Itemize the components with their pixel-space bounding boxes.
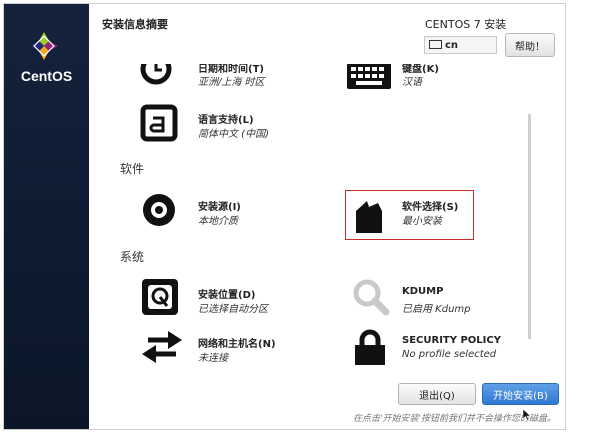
scrollbar[interactable] — [528, 114, 531, 339]
footer-bar: 退出(Q) 开始安装(B) 在点击'开始安装'按钮前我们并不会操作您的磁盘。 — [89, 374, 565, 429]
main-panel: 安装信息摘要 CENTOS 7 安装 cn 帮助！ 日期和时间(T) 亚洲/上海… — [89, 4, 565, 429]
package-icon[interactable] — [353, 198, 385, 236]
source-spoke-name[interactable]: 安装源(I) — [198, 198, 241, 213]
security-spoke-name[interactable]: SECURITY POLICY — [402, 335, 501, 346]
software-spoke-name[interactable]: 软件选择(S) — [402, 198, 458, 213]
lock-icon[interactable] — [353, 329, 387, 367]
destination-spoke-status: 已选择自动分区 — [198, 304, 268, 315]
keyboard-small-icon — [429, 39, 442, 49]
page-title: 安装信息摘要 — [102, 18, 168, 31]
section-software-heading: 软件 — [120, 162, 145, 176]
begin-installation-button[interactable]: 开始安装(B) — [482, 383, 559, 405]
software-spoke-status: 最小安装 — [402, 216, 442, 227]
logo-text: CentOS — [20, 68, 73, 84]
language-spoke-status: 简体中文 (中国) — [198, 129, 269, 140]
summary-scroll-area: 日期和时间(T) 亚洲/上海 时区 键盘(K) 汉语 语言支持(L) 简体中文 … — [89, 64, 565, 374]
search-icon[interactable] — [351, 277, 391, 317]
language-spoke-name[interactable]: 语言支持(L) — [198, 111, 254, 126]
disc-icon[interactable] — [141, 192, 177, 228]
disk-icon[interactable] — [140, 277, 180, 317]
clock-icon[interactable] — [139, 64, 173, 86]
network-arrows-icon[interactable] — [140, 328, 184, 366]
keyboard-icon[interactable] — [346, 64, 392, 90]
kdump-spoke-status: 已启用 Kdump — [402, 304, 471, 315]
security-spoke-status: No profile selected — [402, 349, 497, 360]
installer-window: CentOS 安装信息摘要 CENTOS 7 安装 cn 帮助！ 日期和时间(T… — [3, 3, 566, 430]
datetime-spoke-status: 亚洲/上海 时区 — [198, 77, 265, 88]
language-icon[interactable] — [140, 104, 178, 142]
help-button[interactable]: 帮助！ — [505, 33, 555, 57]
network-spoke-status: 未连接 — [198, 353, 228, 364]
network-spoke-name[interactable]: 网络和主机名(N) — [198, 335, 276, 350]
destination-spoke-name[interactable]: 安装位置(D) — [198, 286, 255, 301]
section-system-heading: 系统 — [120, 250, 145, 264]
source-spoke-status: 本地介质 — [198, 216, 238, 227]
kdump-spoke-name[interactable]: KDUMP — [402, 286, 443, 297]
keyboard-layout-label: cn — [445, 40, 459, 51]
centos-logo-icon — [30, 32, 58, 60]
product-title: CENTOS 7 安装 — [425, 18, 507, 31]
quit-button[interactable]: 退出(Q) — [398, 383, 476, 405]
keyboard-layout-indicator[interactable]: cn — [424, 36, 497, 54]
mouse-cursor-icon — [523, 409, 531, 421]
sidebar: CentOS — [4, 4, 89, 429]
keyboard-spoke-status: 汉语 — [402, 77, 422, 88]
